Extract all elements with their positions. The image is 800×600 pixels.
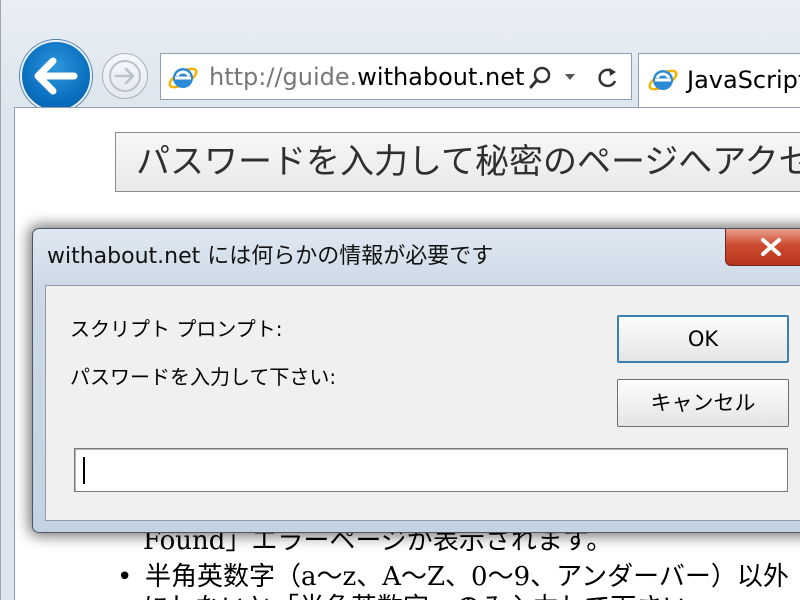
- back-button[interactable]: [20, 40, 92, 112]
- address-url-prefix: http://guide.: [209, 63, 358, 91]
- page-heading: パスワードを入力して秘密のページへアクセス: [115, 132, 800, 192]
- cancel-button[interactable]: キャンセル: [617, 379, 789, 427]
- ie-logo-icon: [168, 67, 198, 89]
- prompt-heading: スクリプト プロンプト:: [70, 317, 283, 341]
- close-icon: [761, 238, 781, 256]
- text-cursor: [83, 457, 85, 484]
- tab-title: JavaScript: [687, 66, 800, 94]
- dialog-title: withabout.net には何らかの情報が必要です: [47, 244, 494, 269]
- forward-button[interactable]: [102, 53, 148, 99]
- back-arrow-icon: [34, 57, 78, 95]
- address-bar[interactable]: http://guide.withabout.net: [160, 53, 632, 100]
- ok-button[interactable]: OK: [617, 315, 789, 363]
- address-url[interactable]: http://guide.withabout.net: [209, 63, 524, 91]
- prompt-message: パスワードを入力して下さい:: [70, 365, 337, 389]
- script-prompt-dialog: withabout.net には何らかの情報が必要です スクリプト プロンプト:…: [32, 228, 800, 533]
- page-bullet-item: • 半角英数字（a～z、A～Z、0～9、アンダーバー）以外: [117, 560, 789, 594]
- bullet-dot: •: [117, 562, 133, 592]
- refresh-icon[interactable]: [593, 64, 621, 92]
- bullet-text: 半角英数字（a～z、A～Z、0～9、アンダーバー）以外: [145, 562, 789, 592]
- forward-arrow-icon: [109, 60, 141, 92]
- dialog-close-button[interactable]: [725, 229, 800, 266]
- tab-javascript[interactable]: JavaScript: [638, 53, 800, 107]
- ie-logo-icon: [648, 69, 678, 91]
- prompt-input[interactable]: [74, 448, 788, 492]
- dialog-body: スクリプト プロンプト: パスワードを入力して下さい: OK キャンセル: [45, 285, 800, 521]
- address-url-domain: withabout.net: [357, 63, 525, 91]
- page-text-line: にしないと「半角英数字」のみ入力して下さい。: [143, 592, 714, 600]
- search-icon[interactable]: [529, 64, 583, 92]
